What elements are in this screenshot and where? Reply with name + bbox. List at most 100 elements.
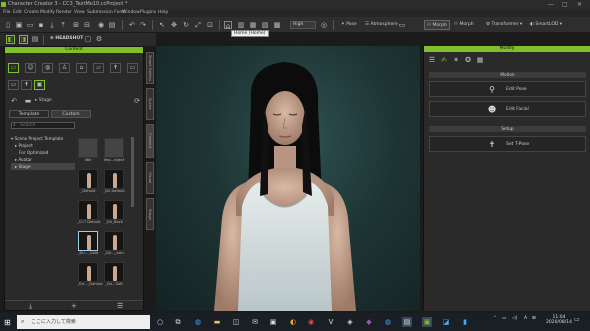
- content-toggle-icon[interactable]: ◧: [6, 35, 15, 44]
- minimize-button[interactable]: —: [548, 1, 554, 8]
- import-character-icon[interactable]: ⊞: [72, 21, 80, 29]
- smartlod-button[interactable]: ◐ SmartLOD ▾: [528, 20, 564, 30]
- thumbnail-item[interactable]: _Dri..._arm: [103, 231, 125, 257]
- maximize-button[interactable]: □: [562, 1, 568, 8]
- plugin-icon[interactable]: ▢: [84, 35, 92, 43]
- redo-icon[interactable]: ↷: [139, 21, 147, 29]
- refresh-icon[interactable]: ⟳: [133, 97, 141, 105]
- windows-start-icon[interactable]: ⊞: [4, 318, 13, 327]
- chat-icon[interactable]: ◈: [345, 317, 355, 327]
- transformer-button[interactable]: ⚙ Transformer ▾: [484, 20, 524, 30]
- new-icon[interactable]: ▯: [4, 21, 12, 29]
- sidetab-visual[interactable]: Visual: [146, 162, 154, 194]
- 3d-viewport[interactable]: [156, 46, 420, 311]
- thumbnail-item[interactable]: _Dri..._Dandra: [77, 262, 102, 288]
- vector-icon[interactable]: V: [326, 317, 336, 327]
- edge2-icon[interactable]: ◍: [383, 317, 393, 327]
- tree-item[interactable]: ▸ Avatar: [11, 156, 75, 163]
- body-icon[interactable]: ♙: [59, 63, 70, 73]
- cortana-icon[interactable]: ○: [155, 317, 165, 327]
- render-icon[interactable]: ◉: [97, 21, 105, 29]
- menu-file[interactable]: File: [3, 10, 11, 15]
- edit-facial-button[interactable]: ☻ Edit Facial: [429, 101, 586, 117]
- menu-modify[interactable]: Modify: [40, 10, 55, 15]
- thumbnail-item[interactable]: _Drl Default: [103, 169, 125, 195]
- close-button[interactable]: ✕: [577, 1, 582, 8]
- modify-toggle-icon[interactable]: ◨: [19, 35, 28, 44]
- tree-item[interactable]: ▾ Scene Project Template: [11, 135, 75, 142]
- thumbnail-item[interactable]: _CC7 Default: [77, 200, 100, 226]
- undo-icon[interactable]: ↶: [128, 21, 136, 29]
- app3-icon[interactable]: ◪: [441, 317, 451, 327]
- shoes-icon[interactable]: ▱: [93, 63, 104, 73]
- scale-icon[interactable]: ⤢: [194, 21, 202, 29]
- chrome-icon[interactable]: ◉: [306, 317, 316, 327]
- move-icon[interactable]: ✥: [170, 21, 178, 29]
- notification-icon[interactable]: ▭: [574, 316, 580, 323]
- store-icon[interactable]: ◫: [231, 317, 241, 327]
- save-icon[interactable]: ▪: [37, 21, 45, 29]
- shade-icon[interactable]: ▩: [273, 21, 281, 29]
- character-creator-icon[interactable]: ▣: [422, 317, 432, 327]
- sub-folder-icon[interactable]: ▭: [8, 80, 19, 90]
- file-explorer-icon[interactable]: ▬: [212, 317, 222, 327]
- sidetab-smart-gallery[interactable]: Smart Gallery: [146, 52, 154, 84]
- pose-icon[interactable]: ✝: [110, 63, 121, 73]
- camera-icon[interactable]: ▭: [398, 21, 406, 29]
- menu-render[interactable]: Render: [56, 10, 72, 15]
- thumbnail-item[interactable]: _Dri...Soft: [103, 262, 125, 288]
- thumbnail-item-selected[interactable]: _Dri..._Gold: [77, 231, 99, 257]
- morph2-button[interactable]: ⚇ Morph: [452, 20, 476, 30]
- firefox-icon[interactable]: ◐: [288, 317, 298, 327]
- tab-template[interactable]: Template: [9, 110, 49, 118]
- pose-button[interactable]: ✶ Pose: [339, 20, 359, 30]
- home-icon[interactable]: ⌂: [224, 21, 232, 30]
- export-character-icon[interactable]: ⊟: [83, 21, 91, 29]
- new-project-icon[interactable]: ▣: [15, 21, 23, 29]
- scene-toggle-icon[interactable]: ▤: [31, 35, 39, 43]
- tree-item-selected[interactable]: ▸ Stage: [11, 163, 75, 170]
- tree-item[interactable]: ▸ Project: [11, 142, 75, 149]
- edge-icon[interactable]: ◍: [193, 317, 203, 327]
- headshot-button[interactable]: ⊛ HEADSHOT: [48, 34, 85, 44]
- sidetab-scene[interactable]: Scene: [146, 88, 154, 120]
- volume-icon[interactable]: ◁): [512, 316, 517, 321]
- menu-view[interactable]: View: [74, 10, 85, 15]
- task-view-icon[interactable]: ⧉: [173, 317, 183, 327]
- texture-tab-icon[interactable]: ▦: [476, 56, 484, 64]
- set-tpose-button[interactable]: ✝ Set T-Pose: [429, 136, 586, 152]
- active-app-icon[interactable]: ▤: [402, 317, 412, 327]
- sun-icon[interactable]: ◎: [320, 21, 328, 29]
- quality-select[interactable]: High: [290, 21, 316, 29]
- sidetab-stage[interactable]: Stage: [146, 198, 154, 230]
- clock[interactable]: 11:04 2020/08/14: [546, 315, 572, 325]
- snap-icon[interactable]: ⊡: [206, 21, 214, 29]
- ime-indicator[interactable]: A: [524, 316, 527, 321]
- material-tab-icon[interactable]: ✪: [464, 56, 472, 64]
- settings-icon[interactable]: ⚙: [95, 35, 103, 43]
- menu-submission-form[interactable]: Submission Form: [87, 10, 126, 15]
- thumbnail-item[interactable]: _Default: [77, 169, 99, 195]
- thumbnail-scrollbar[interactable]: [131, 137, 134, 207]
- pose-tab-icon[interactable]: ✍: [440, 56, 448, 64]
- sub-figure-icon[interactable]: ✝: [21, 80, 32, 90]
- motion-tab-icon[interactable]: ✶: [452, 56, 460, 64]
- export-icon[interactable]: ⤒: [59, 21, 67, 29]
- list-icon[interactable]: ☰: [117, 302, 123, 310]
- keyboard-icon[interactable]: ⊞: [532, 316, 536, 321]
- menu-window[interactable]: Window: [122, 10, 140, 15]
- edit-pose-button[interactable]: ⚲ Edit Pose: [429, 81, 586, 97]
- app-icon[interactable]: ▣: [268, 317, 278, 327]
- back-icon[interactable]: ↶: [10, 97, 18, 105]
- grid-icon[interactable]: ▦: [249, 21, 257, 29]
- taskbar-search-input[interactable]: ここに入力して検索: [17, 315, 150, 329]
- select-icon[interactable]: ↖: [158, 21, 166, 29]
- menu-plugins[interactable]: Plugins: [140, 10, 156, 15]
- tray-up-icon[interactable]: ⌃: [493, 316, 497, 321]
- sub-scene-icon[interactable]: ▣: [34, 80, 45, 90]
- menu-help[interactable]: Help: [158, 10, 168, 15]
- import-icon[interactable]: ⤓: [48, 21, 56, 29]
- network-icon[interactable]: ▭: [502, 316, 506, 321]
- open-icon[interactable]: ▭: [26, 21, 34, 29]
- screenshot-icon[interactable]: ▤: [108, 21, 116, 29]
